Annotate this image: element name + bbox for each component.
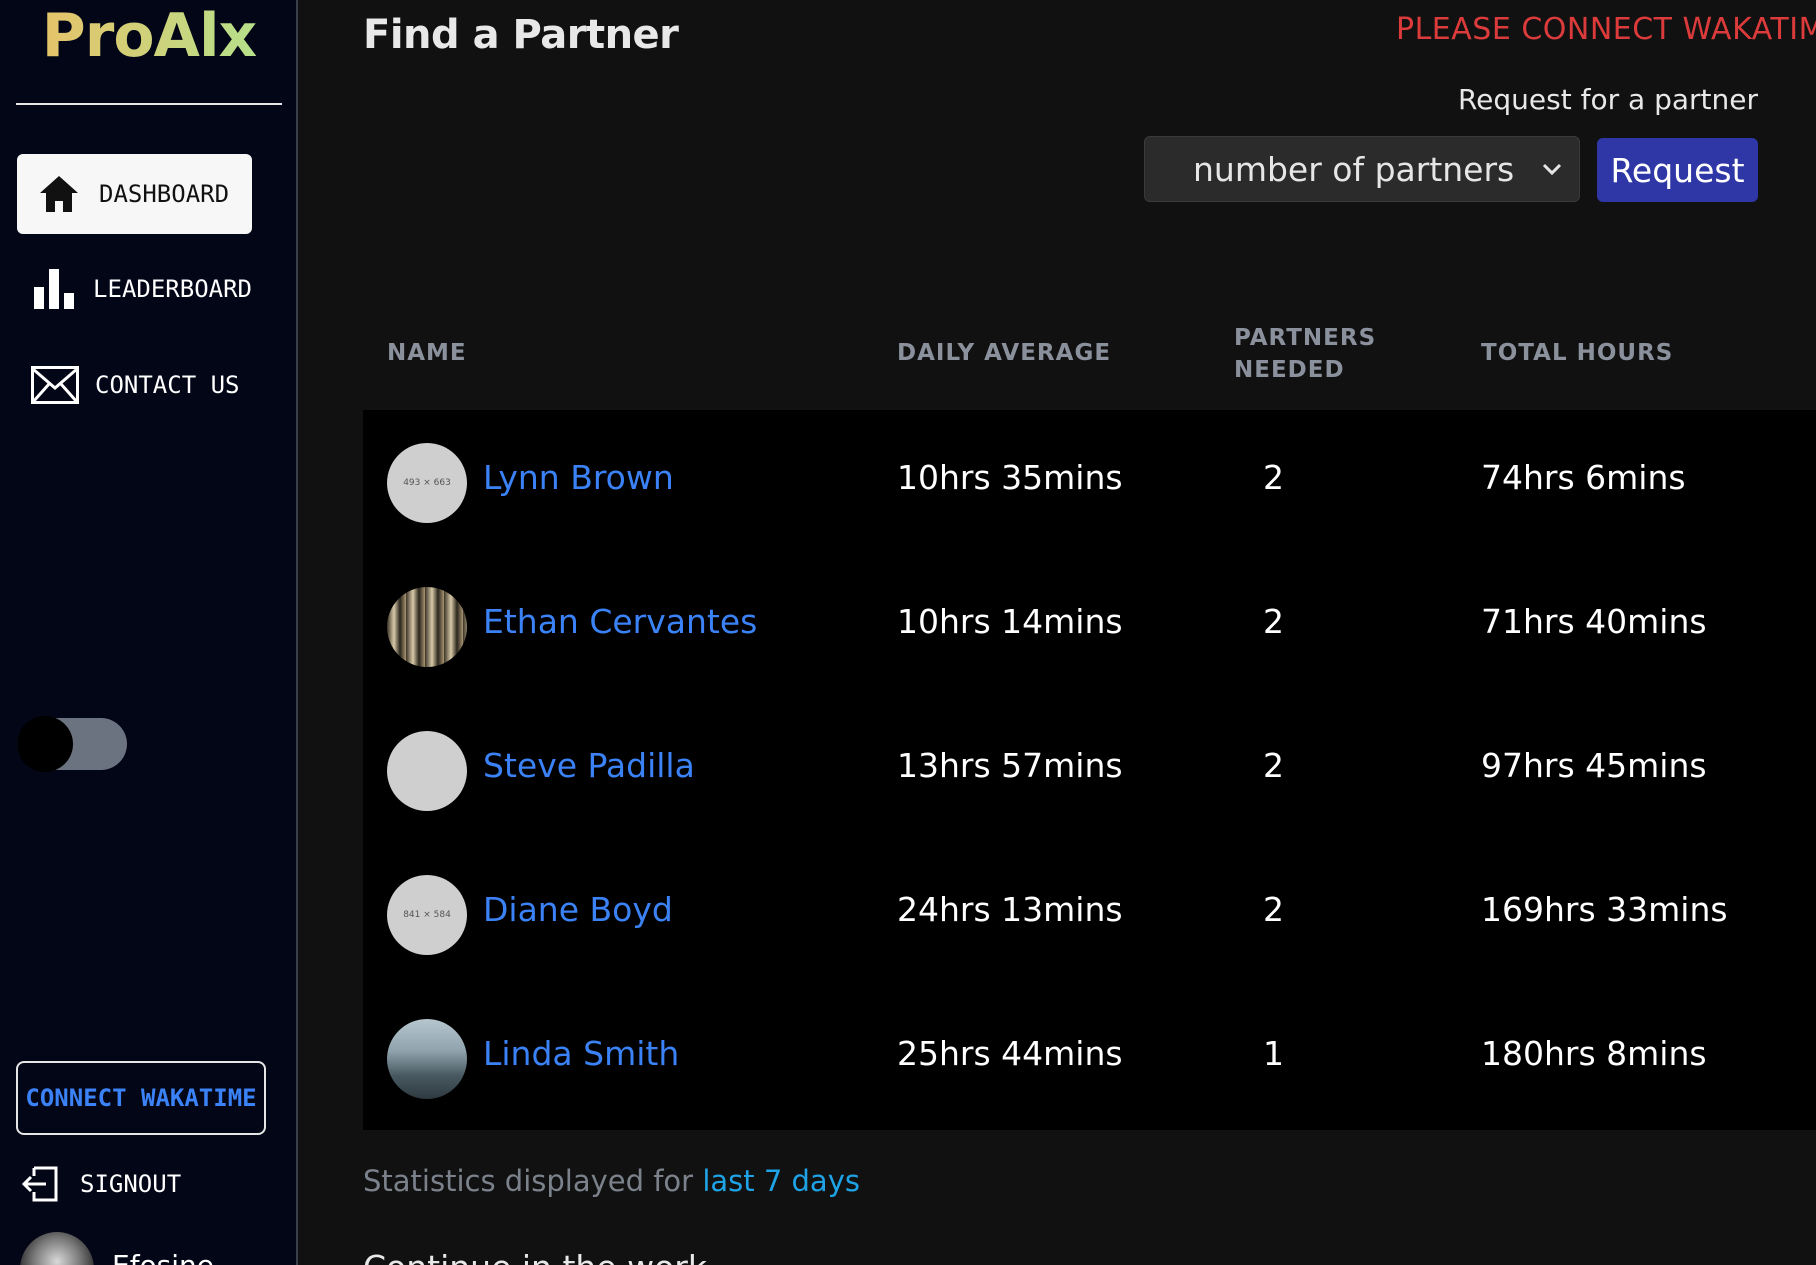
avatar: [387, 1019, 467, 1099]
partners-needed: 2: [1263, 746, 1284, 785]
toggle-knob: [17, 716, 73, 772]
signout-button[interactable]: SIGNOUT: [20, 1164, 181, 1204]
partner-name-link[interactable]: Ethan Cervantes: [483, 602, 757, 641]
bar-chart-icon: [32, 264, 76, 314]
table-row: Linda Smith 25hrs 44mins 1 180hrs 8mins: [363, 986, 1816, 1130]
select-value: number of partners: [1193, 149, 1515, 189]
partners-needed: 2: [1263, 602, 1284, 641]
request-button[interactable]: Request: [1597, 138, 1758, 202]
column-header-name[interactable]: NAME: [387, 337, 467, 369]
total-hours: 71hrs 40mins: [1481, 602, 1707, 641]
chevron-down-icon: [1537, 153, 1567, 183]
partner-name-link[interactable]: Diane Boyd: [483, 890, 673, 929]
wakatime-warning: PLEASE CONNECT WAKATIME: [1396, 12, 1816, 47]
logo-divider: [16, 103, 282, 105]
avatar: 841 × 584: [387, 875, 467, 955]
daily-average: 10hrs 35mins: [897, 458, 1123, 497]
request-label: Request for a partner: [1457, 83, 1758, 116]
section-heading: Continue in the work: [363, 1248, 707, 1265]
home-icon: [34, 169, 84, 219]
partners-needed: 2: [1263, 458, 1284, 497]
page-title: Find a Partner: [363, 12, 679, 58]
signout-icon: [20, 1164, 60, 1204]
partners-needed: 1: [1263, 1034, 1284, 1073]
connect-wakatime-button[interactable]: CONNECT WAKATIME: [16, 1061, 266, 1135]
avatar: [387, 587, 467, 667]
partners-table: 493 × 663 Lynn Brown 10hrs 35mins 2 74hr…: [363, 410, 1816, 1130]
table-row: Steve Padilla 13hrs 57mins 2 97hrs 45min…: [363, 698, 1816, 842]
table-row: 493 × 663 Lynn Brown 10hrs 35mins 2 74hr…: [363, 410, 1816, 554]
stats-period-note: Statistics displayed for last 7 days: [363, 1164, 860, 1198]
theme-toggle[interactable]: [17, 716, 127, 772]
avatar: [20, 1232, 94, 1265]
sidebar: ProAlx DASHBOARD LEADERBOARD CONTACT US …: [0, 0, 298, 1265]
partners-count-select[interactable]: number of partners: [1144, 136, 1580, 202]
partner-name-link[interactable]: Steve Padilla: [483, 746, 695, 785]
sidebar-item-contact-us[interactable]: CONTACT US: [17, 345, 252, 425]
daily-average: 13hrs 57mins: [897, 746, 1123, 785]
partner-name-link[interactable]: Linda Smith: [483, 1034, 679, 1073]
user-profile[interactable]: Efosine: [20, 1232, 214, 1265]
partners-needed: 2: [1263, 890, 1284, 929]
user-name: Efosine: [112, 1248, 215, 1265]
sidebar-item-label: CONTACT US: [95, 371, 240, 399]
column-header-total-hours[interactable]: TOTAL HOURS: [1481, 337, 1673, 369]
avatar: [387, 731, 467, 811]
daily-average: 10hrs 14mins: [897, 602, 1123, 641]
partner-name-link[interactable]: Lynn Brown: [483, 458, 674, 497]
app-logo[interactable]: ProAlx: [0, 0, 298, 72]
table-row: Ethan Cervantes 10hrs 14mins 2 71hrs 40m…: [363, 554, 1816, 698]
stats-prefix: Statistics displayed for: [363, 1164, 694, 1198]
table-row: 841 × 584 Diane Boyd 24hrs 13mins 2 169h…: [363, 842, 1816, 986]
signout-label: SIGNOUT: [80, 1170, 182, 1198]
daily-average: 25hrs 44mins: [897, 1034, 1123, 1073]
total-hours: 169hrs 33mins: [1481, 890, 1728, 929]
column-header-partners-needed[interactable]: PARTNERS NEEDED: [1234, 322, 1404, 386]
total-hours: 97hrs 45mins: [1481, 746, 1707, 785]
table-header: NAME DAILY AVERAGE PARTNERS NEEDED TOTAL…: [363, 312, 1816, 410]
sidebar-item-label: DASHBOARD: [99, 180, 230, 208]
sidebar-item-label: LEADERBOARD: [93, 275, 252, 303]
column-header-daily-average[interactable]: DAILY AVERAGE: [897, 337, 1111, 369]
sidebar-item-leaderboard[interactable]: LEADERBOARD: [17, 249, 252, 329]
total-hours: 180hrs 8mins: [1481, 1034, 1707, 1073]
total-hours: 74hrs 6mins: [1481, 458, 1686, 497]
stats-period-link[interactable]: last 7 days: [702, 1164, 860, 1198]
avatar: 493 × 663: [387, 443, 467, 523]
mail-icon: [30, 360, 80, 410]
sidebar-item-dashboard[interactable]: DASHBOARD: [17, 154, 252, 234]
daily-average: 24hrs 13mins: [897, 890, 1123, 929]
